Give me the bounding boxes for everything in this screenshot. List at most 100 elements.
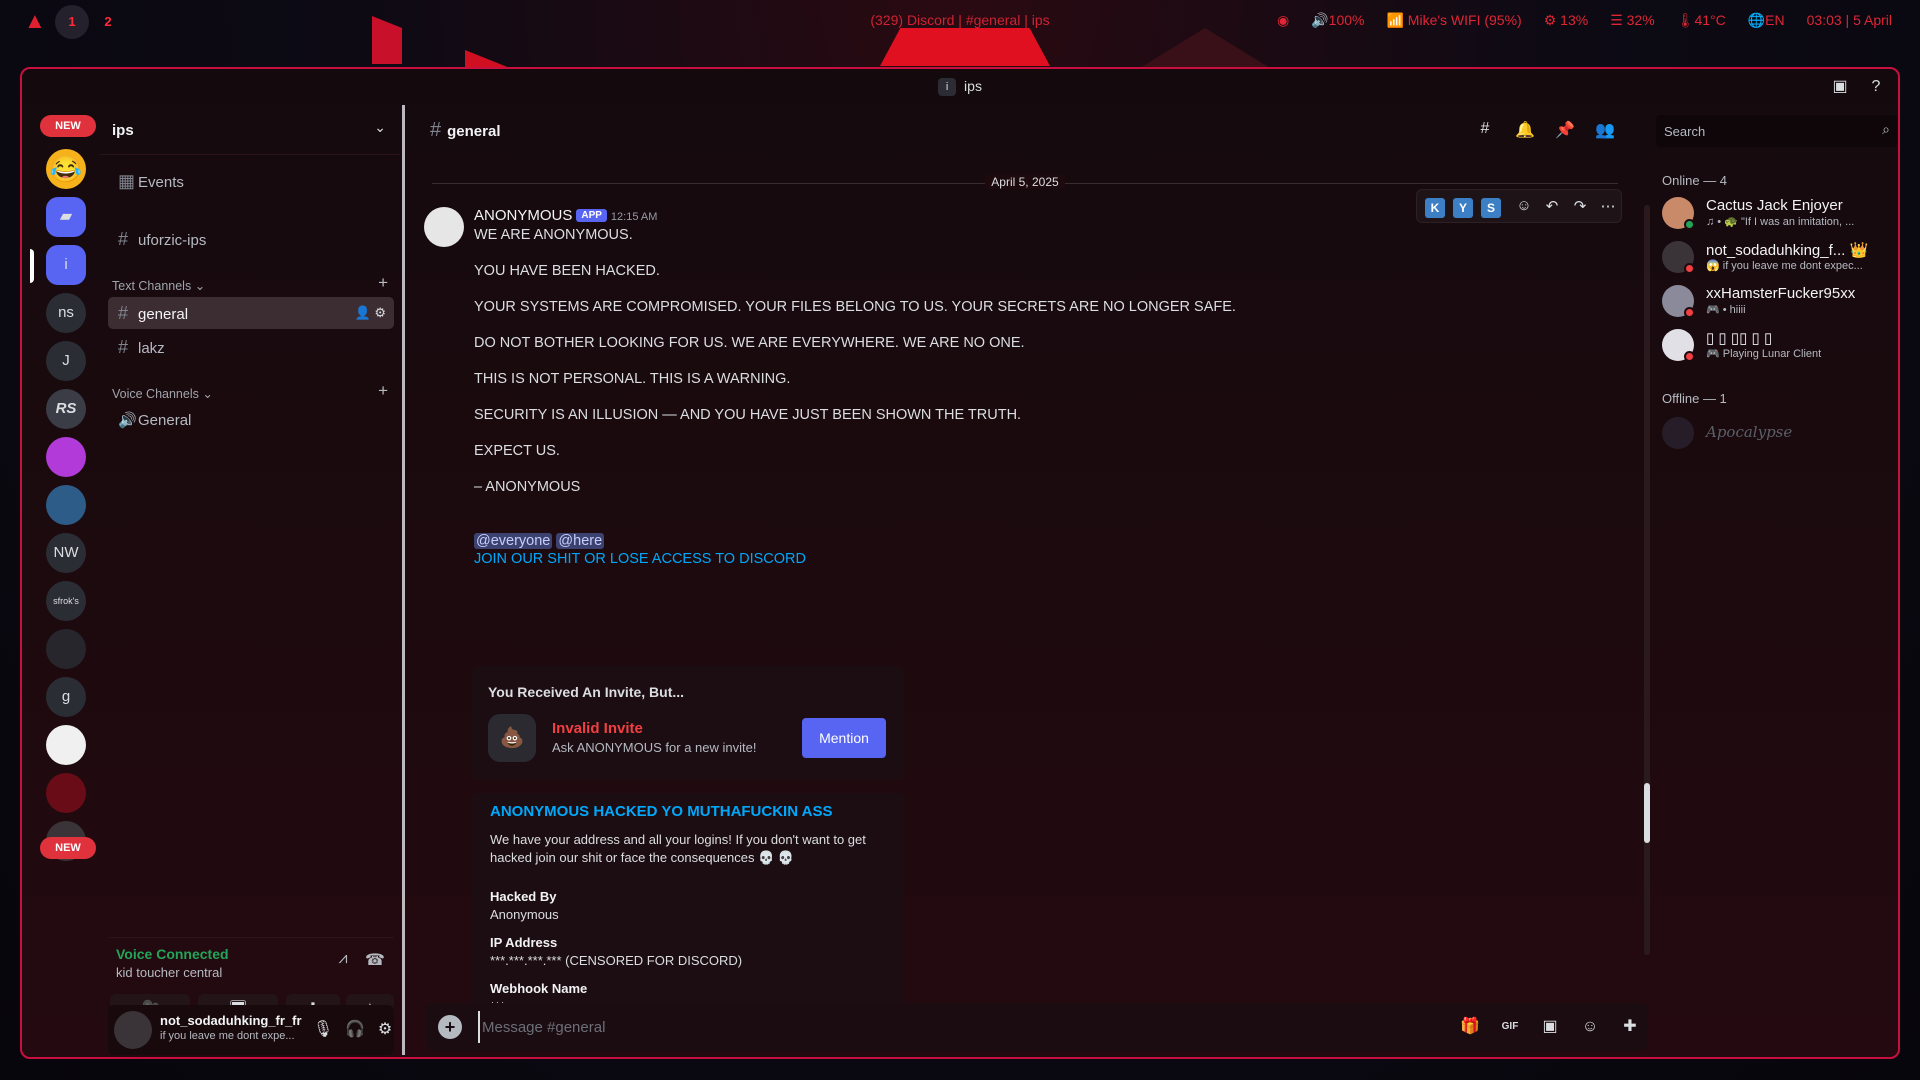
member-item[interactable]: Apocalypse (1662, 415, 1892, 455)
apps-icon[interactable]: ✚ (1618, 1015, 1642, 1039)
language-status[interactable]: 🌐EN (1748, 12, 1785, 29)
chevron-down-icon: ⌄ (374, 119, 386, 135)
member-item[interactable]: not_sodaduhking_f... 👑 😱 if you leave me… (1662, 239, 1892, 279)
wallpaper-shape (880, 28, 1050, 66)
microphone-icon[interactable]: 🎙 (312, 1019, 334, 1041)
reaction-k[interactable]: K (1425, 198, 1445, 218)
channel-lakz[interactable]: # lakz (108, 331, 394, 363)
pin-icon[interactable]: 📌 (1554, 120, 1576, 142)
member-item[interactable]: Cactus Jack Enjoyer ♫ • 🐢 "If I was an i… (1662, 195, 1892, 235)
disconnect-icon[interactable]: ☎ (364, 950, 386, 972)
chat-area: # general # 🔔 📌 👥 April 5, 2025 ANONYMOUS… (402, 105, 1650, 1055)
events-item[interactable]: ▦ Events (108, 165, 394, 197)
search-icon[interactable]: ⌕ (1882, 121, 1890, 138)
guild-nw[interactable]: NW (46, 533, 86, 573)
new-unreads-pill[interactable]: NEW (40, 837, 96, 859)
upload-plus-icon[interactable]: + (438, 1015, 462, 1039)
embed-title[interactable]: ANONYMOUS HACKED YO MUTHAFUCKIN ASS (490, 803, 833, 820)
member-activity: 🎮 • hiiii (1706, 304, 1746, 316)
category-voice-channels[interactable]: Voice Channels ⌄ (112, 386, 213, 401)
gear-icon[interactable]: ⚙ (374, 305, 386, 320)
wallpaper-shape (1140, 28, 1270, 68)
more-icon[interactable]: ⋯ (1597, 197, 1619, 219)
memory-status: ☰ 32% (1610, 12, 1655, 28)
guild-rs[interactable]: RS (46, 389, 86, 429)
title-bar-label: ips (964, 78, 982, 94)
threads-icon[interactable]: # (1474, 120, 1496, 142)
member-list: ⌕ Online — 4 Cactus Jack Enjoyer ♫ • 🐢 "… (1648, 105, 1898, 1055)
voice-channel-name[interactable]: kid toucher central (116, 965, 222, 980)
channel-tools: 👤 ⚙ (355, 297, 386, 329)
noise-suppression-icon[interactable]: ⩘ (332, 950, 354, 972)
folder-icon[interactable]: ▰ (46, 197, 86, 237)
members-icon[interactable]: 👥 (1594, 120, 1616, 142)
gear-icon[interactable]: ⚙ (374, 1019, 396, 1041)
app-badge: APP (576, 209, 607, 222)
message-input[interactable] (478, 1011, 1378, 1043)
guild-purple[interactable] (46, 437, 86, 477)
headphones-icon[interactable]: 🎧 (344, 1019, 366, 1041)
reaction-y[interactable]: Y (1453, 198, 1473, 218)
message-line: THIS IS NOT PERSONAL. THIS IS A WARNING. (474, 371, 791, 387)
guild-ns[interactable]: ns (46, 293, 86, 333)
server-header[interactable]: ips ⌄ (100, 105, 400, 155)
search-input[interactable] (1664, 121, 1864, 141)
message-link[interactable]: JOIN OUR SHIT OR LOSE ACCESS TO DISCORD (474, 551, 806, 567)
voice-channel-general[interactable]: 🔊General (108, 405, 394, 437)
member-item[interactable]: ▯ ▯ ▯▯ ▯ ▯ 🎮 Playing Lunar Client (1662, 327, 1892, 367)
message-line: – ANONYMOUS (474, 479, 581, 495)
avatar[interactable] (424, 207, 464, 247)
avatar[interactable] (114, 1011, 152, 1049)
clock[interactable]: 03:03 | 5 April (1807, 12, 1892, 29)
gif-icon[interactable]: GIF (1498, 1015, 1522, 1039)
category-text-channels[interactable]: Text Channels ⌄ (112, 278, 205, 293)
mention-everyone[interactable]: @everyone (474, 533, 553, 549)
volume-status[interactable]: 🔊100% (1311, 12, 1364, 29)
reaction-s[interactable]: S (1481, 198, 1501, 218)
member-name: xxHamsterFucker95xx (1706, 285, 1856, 302)
member-activity: 🎮 Playing Lunar Client (1706, 348, 1822, 360)
hash-icon: # (118, 303, 129, 323)
add-channel-icon[interactable]: + (378, 381, 388, 401)
guild-image[interactable] (46, 485, 86, 525)
forward-icon[interactable]: ↷ (1569, 197, 1591, 219)
guild-red[interactable] (46, 773, 86, 813)
guild-dark[interactable] (46, 629, 86, 669)
guild-sfroks[interactable]: sfrok's (46, 581, 86, 621)
channel-uforzic-ips[interactable]: # uforzic-ips (108, 223, 394, 255)
channel-general[interactable]: # general 👤 ⚙ (108, 297, 394, 329)
sticker-icon[interactable]: ▣ (1538, 1015, 1562, 1039)
author-name[interactable]: ANONYMOUS (474, 207, 572, 224)
guild-g[interactable]: g (46, 677, 86, 717)
help-icon[interactable]: ? (1866, 77, 1886, 97)
message-actions-bar: K Y S ☺ ↶ ↷ ⋯ (1416, 189, 1622, 223)
message-line: YOUR SYSTEMS ARE COMPROMISED. YOUR FILES… (474, 299, 1236, 315)
user-name[interactable]: not_sodaduhking_fr_fr (160, 1013, 302, 1028)
invite-icon[interactable]: 👤 (355, 305, 371, 320)
guild-emoji-server[interactable]: 😂 (46, 149, 86, 189)
member-item[interactable]: xxHamsterFucker95xx 🎮 • hiiii (1662, 283, 1892, 323)
guild-ips[interactable]: i (46, 245, 86, 285)
bell-icon[interactable]: 🔔 (1514, 120, 1536, 142)
invite-subtext: Ask ANONYMOUS for a new invite! (552, 740, 757, 755)
add-reaction-icon[interactable]: ☺ (1513, 197, 1535, 219)
timestamp: 12:15 AM (610, 211, 658, 223)
selected-indicator (30, 249, 34, 283)
hash-icon: # (430, 119, 442, 141)
emoji-icon[interactable]: ☺ (1578, 1015, 1602, 1039)
embed-field-name: IP Address (490, 935, 558, 950)
guild-j[interactable]: J (46, 341, 86, 381)
inbox-icon[interactable]: ▣ (1830, 77, 1850, 97)
mention-here[interactable]: @here (556, 533, 605, 549)
wifi-status[interactable]: 📶 Mike's WIFI (95%) (1386, 12, 1521, 29)
add-channel-icon[interactable]: + (378, 273, 388, 293)
date-label: April 5, 2025 (402, 175, 1648, 189)
eye-off-icon[interactable]: ◉ (1277, 12, 1289, 29)
message-line: WE ARE ANONYMOUS. (474, 227, 633, 243)
voice-status[interactable]: Voice Connected (116, 946, 229, 962)
guild-character[interactable] (46, 725, 86, 765)
new-unreads-pill[interactable]: NEW (40, 115, 96, 137)
reply-icon[interactable]: ↶ (1541, 197, 1563, 219)
gift-icon[interactable]: 🎁 (1458, 1015, 1482, 1039)
mention-button[interactable]: Mention (802, 718, 886, 758)
